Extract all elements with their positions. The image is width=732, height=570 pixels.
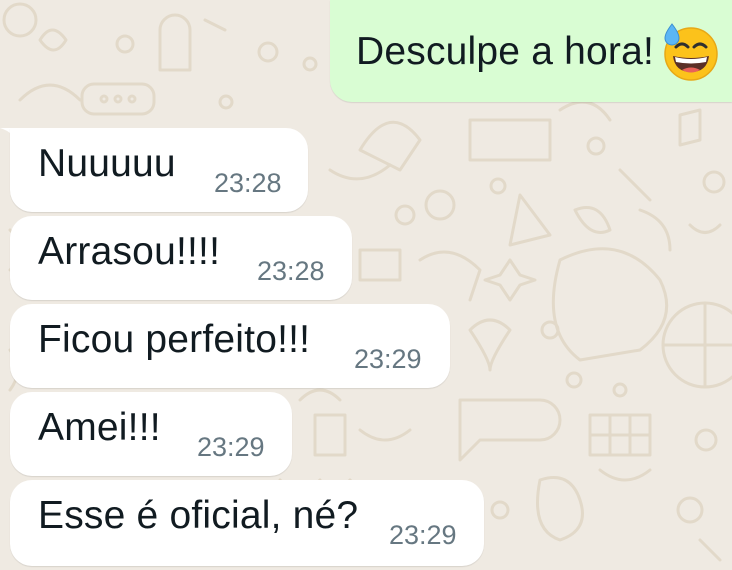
message-text: Arrasou!!!! bbox=[38, 230, 221, 273]
grinning-face-with-sweat-icon bbox=[664, 23, 718, 81]
message-timestamp: 23:29 bbox=[197, 432, 265, 462]
incoming-message-bubble[interactable]: Nuuuuu 23:28 bbox=[10, 128, 308, 212]
message-text: Desculpe a hora! bbox=[356, 30, 655, 73]
message-text: Nuuuuu bbox=[38, 142, 176, 185]
message-timestamp: 23:29 bbox=[354, 344, 422, 374]
message-text: Esse é oficial, né? bbox=[38, 494, 359, 537]
incoming-message-bubble[interactable]: Ficou perfeito!!! 23:29 bbox=[10, 304, 450, 388]
message-text: Amei!!! bbox=[38, 406, 161, 449]
incoming-message-bubble[interactable]: Esse é oficial, né? 23:29 bbox=[10, 480, 484, 566]
message-timestamp: 23:29 bbox=[389, 520, 457, 550]
incoming-message-bubble[interactable]: Amei!!! 23:29 bbox=[10, 392, 292, 476]
outgoing-message-bubble[interactable]: Desculpe a hora! bbox=[330, 0, 732, 102]
message-timestamp: 23:28 bbox=[214, 168, 282, 198]
incoming-message-bubble[interactable]: Arrasou!!!! 23:28 bbox=[10, 216, 352, 300]
message-text: Ficou perfeito!!! bbox=[38, 318, 311, 361]
message-timestamp: 23:28 bbox=[257, 256, 325, 286]
